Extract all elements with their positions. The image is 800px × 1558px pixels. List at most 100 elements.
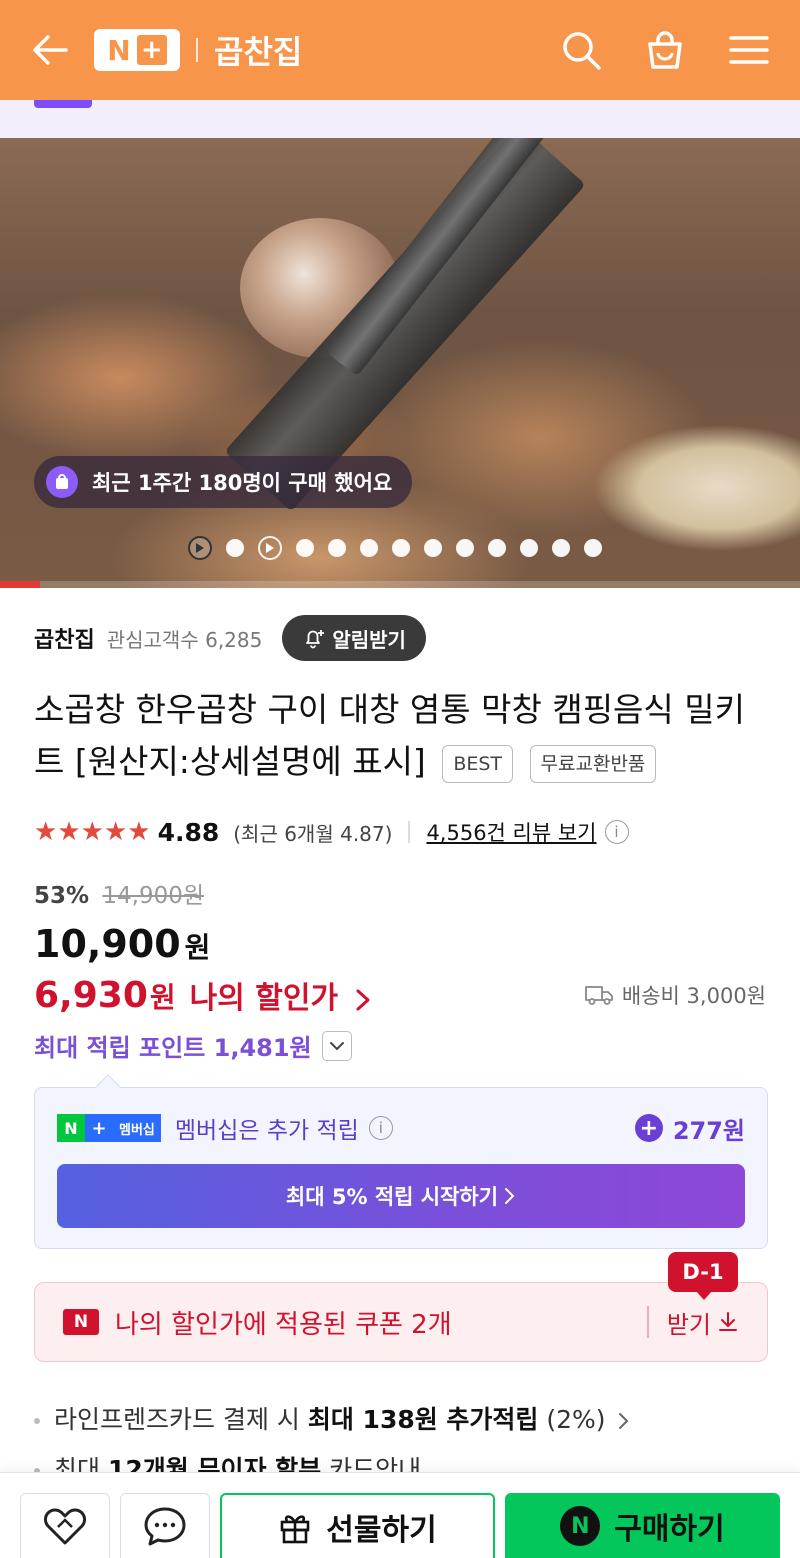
rating-row: ★ ★ ★ ★ ★ 4.88 (최근 6개월 4.87) 4,556건 리뷰 보… (34, 810, 766, 854)
header-divider (196, 38, 198, 62)
naver-n-logo: N (63, 1309, 99, 1335)
shopping-bag-icon (46, 466, 78, 498)
carousel-dot[interactable] (488, 539, 506, 557)
membership-text: 멤버십은 추가 적립 (174, 1118, 359, 1144)
buy-label: 구매하기 (614, 1512, 725, 1547)
menu-button[interactable] (728, 29, 770, 71)
store-name[interactable]: 곱찬집 (34, 622, 95, 654)
carousel-dot[interactable] (584, 539, 602, 557)
coupon-receive-button[interactable]: 받기 (667, 1305, 739, 1340)
recent-purchase-badge: 최근 1주간 180명이 구매 했어요 (34, 456, 413, 508)
star-icon: ★ (57, 817, 80, 847)
carousel-dot[interactable] (392, 539, 410, 557)
membership-cta-label: 최대 5% 적립 시작하기 (285, 1185, 499, 1209)
coupon-deadline-badge: D-1 (668, 1252, 738, 1300)
gift-icon (280, 1515, 310, 1544)
product-image-carousel[interactable]: 최근 1주간 180명이 구매 했어요 (0, 138, 800, 588)
chat-bubble-icon (144, 1507, 186, 1546)
download-icon (719, 1312, 737, 1331)
my-discount-price[interactable]: 6,930원 (34, 975, 176, 1016)
rating-score: 4.88 (157, 817, 220, 847)
bullet (34, 1418, 40, 1424)
chevron-right-icon (356, 989, 370, 1010)
naver-plus-logo[interactable]: N + (94, 29, 180, 71)
membership-box: N + 멤버십 멤버십은 추가 적립 i + 277원 최대 5% 적립 시작하… (34, 1074, 768, 1249)
info-icon[interactable]: i (368, 1116, 393, 1140)
review-link[interactable]: 4,556건 리뷰 보기 (426, 817, 596, 847)
bell-plus-icon (306, 630, 325, 649)
sale-price: 10,900 원 (34, 922, 210, 966)
sale-price-value: 10,900 (34, 922, 181, 966)
talk-button[interactable] (120, 1493, 210, 1558)
chevron-down-icon (329, 1041, 344, 1050)
gift-button[interactable]: 선물하기 (220, 1493, 495, 1558)
coupon-receive-label: 받기 (666, 1310, 711, 1339)
membership-points-value: 277원 (672, 1116, 745, 1145)
benefit-item-card[interactable]: 라인프렌즈카드 결제 시 최대 138원 추가적립 (2%) (34, 1400, 630, 1436)
membership-start-button[interactable]: 최대 5% 적립 시작하기 (57, 1164, 745, 1228)
carousel-dot[interactable] (360, 539, 378, 557)
search-icon (563, 32, 601, 70)
star-icon: ★ (34, 817, 57, 847)
best-tag: BEST (442, 744, 514, 783)
promo-chip (34, 100, 92, 108)
back-arrow-icon (33, 35, 68, 65)
carousel-dot[interactable] (328, 539, 346, 557)
header-store-name[interactable]: 곱찬집 (214, 27, 302, 73)
back-button[interactable] (30, 30, 70, 70)
carousel-dot[interactable] (226, 539, 244, 557)
search-button[interactable] (560, 29, 602, 71)
benefit-prefix: 라인프렌즈카드 결제 시 (54, 1405, 308, 1434)
video-play-indicator-icon[interactable] (188, 536, 212, 560)
carousel-progress-fill (0, 581, 40, 588)
truck-icon (585, 986, 613, 1005)
wishlist-button[interactable] (20, 1493, 110, 1558)
video-play-indicator-icon[interactable] (258, 536, 282, 560)
shipping-fee: 배송비 3,000원 (584, 980, 766, 1010)
cart-button[interactable] (644, 29, 686, 71)
coupon-text: 나의 할인가에 적용된 쿠폰 2개 (115, 1309, 452, 1340)
naver-plus-membership-badge: N + 멤버십 (57, 1114, 161, 1142)
recent-purchase-text: 최근 1주간 180명이 구매 했어요 (92, 471, 393, 495)
carousel-dot[interactable] (296, 539, 314, 557)
membership-points: + 277원 (634, 1111, 745, 1146)
coupon-banner[interactable]: N 나의 할인가에 적용된 쿠폰 2개 받기 (34, 1282, 768, 1362)
shopping-bag-icon (648, 31, 682, 69)
alarm-subscribe-button[interactable]: 알림받기 (282, 615, 426, 661)
logo-plus: + (136, 35, 167, 65)
my-price-label[interactable]: 나의 할인가 (190, 973, 371, 1017)
carousel-indicators (188, 536, 602, 560)
carousel-dot[interactable] (456, 539, 474, 557)
benefit-suffix: (2%) (538, 1405, 606, 1434)
star-rating: ★ ★ ★ ★ ★ (34, 817, 151, 847)
star-icon: ★ (127, 817, 150, 847)
star-icon: ★ (103, 817, 127, 847)
badge-n: N (57, 1114, 85, 1142)
max-points: 최대 적립 포인트 1,481원 (34, 1034, 312, 1062)
carousel-progress (0, 581, 800, 588)
membership-top-row: N + 멤버십 멤버십은 추가 적립 i + 277원 (57, 1108, 745, 1148)
app-header: N + 곱찬집 (0, 0, 800, 100)
coupon-divider (647, 1306, 649, 1338)
my-price-value: 6,930 (34, 974, 148, 1016)
discount-row: 53% 14,900원 (34, 876, 204, 910)
alarm-label: 알림받기 (332, 627, 406, 652)
buy-button[interactable]: N 구매하기 (505, 1493, 780, 1558)
points-expand-button[interactable] (321, 1030, 352, 1061)
header-actions (560, 29, 770, 71)
bottom-action-bar: 선물하기 N 구매하기 (0, 1472, 800, 1558)
discount-percent: 53% (34, 883, 90, 909)
points-row: 최대 적립 포인트 1,481원 (34, 1028, 352, 1063)
rating-divider (408, 821, 411, 843)
carousel-dot[interactable] (424, 539, 442, 557)
logo-n: N (107, 33, 131, 67)
my-price-row: 6,930원 나의 할인가 배송비 3,000원 (34, 970, 766, 1020)
carousel-dot[interactable] (552, 539, 570, 557)
carousel-dot[interactable] (520, 539, 538, 557)
sale-price-unit: 원 (184, 931, 211, 964)
my-price-label-text: 나의 할인가 (189, 981, 339, 1016)
promo-sub-banner[interactable] (0, 100, 800, 138)
chevron-right-icon (505, 1188, 515, 1204)
info-icon[interactable]: i (604, 820, 629, 844)
shipping-fee-text: 배송비 3,000원 (621, 984, 766, 1008)
